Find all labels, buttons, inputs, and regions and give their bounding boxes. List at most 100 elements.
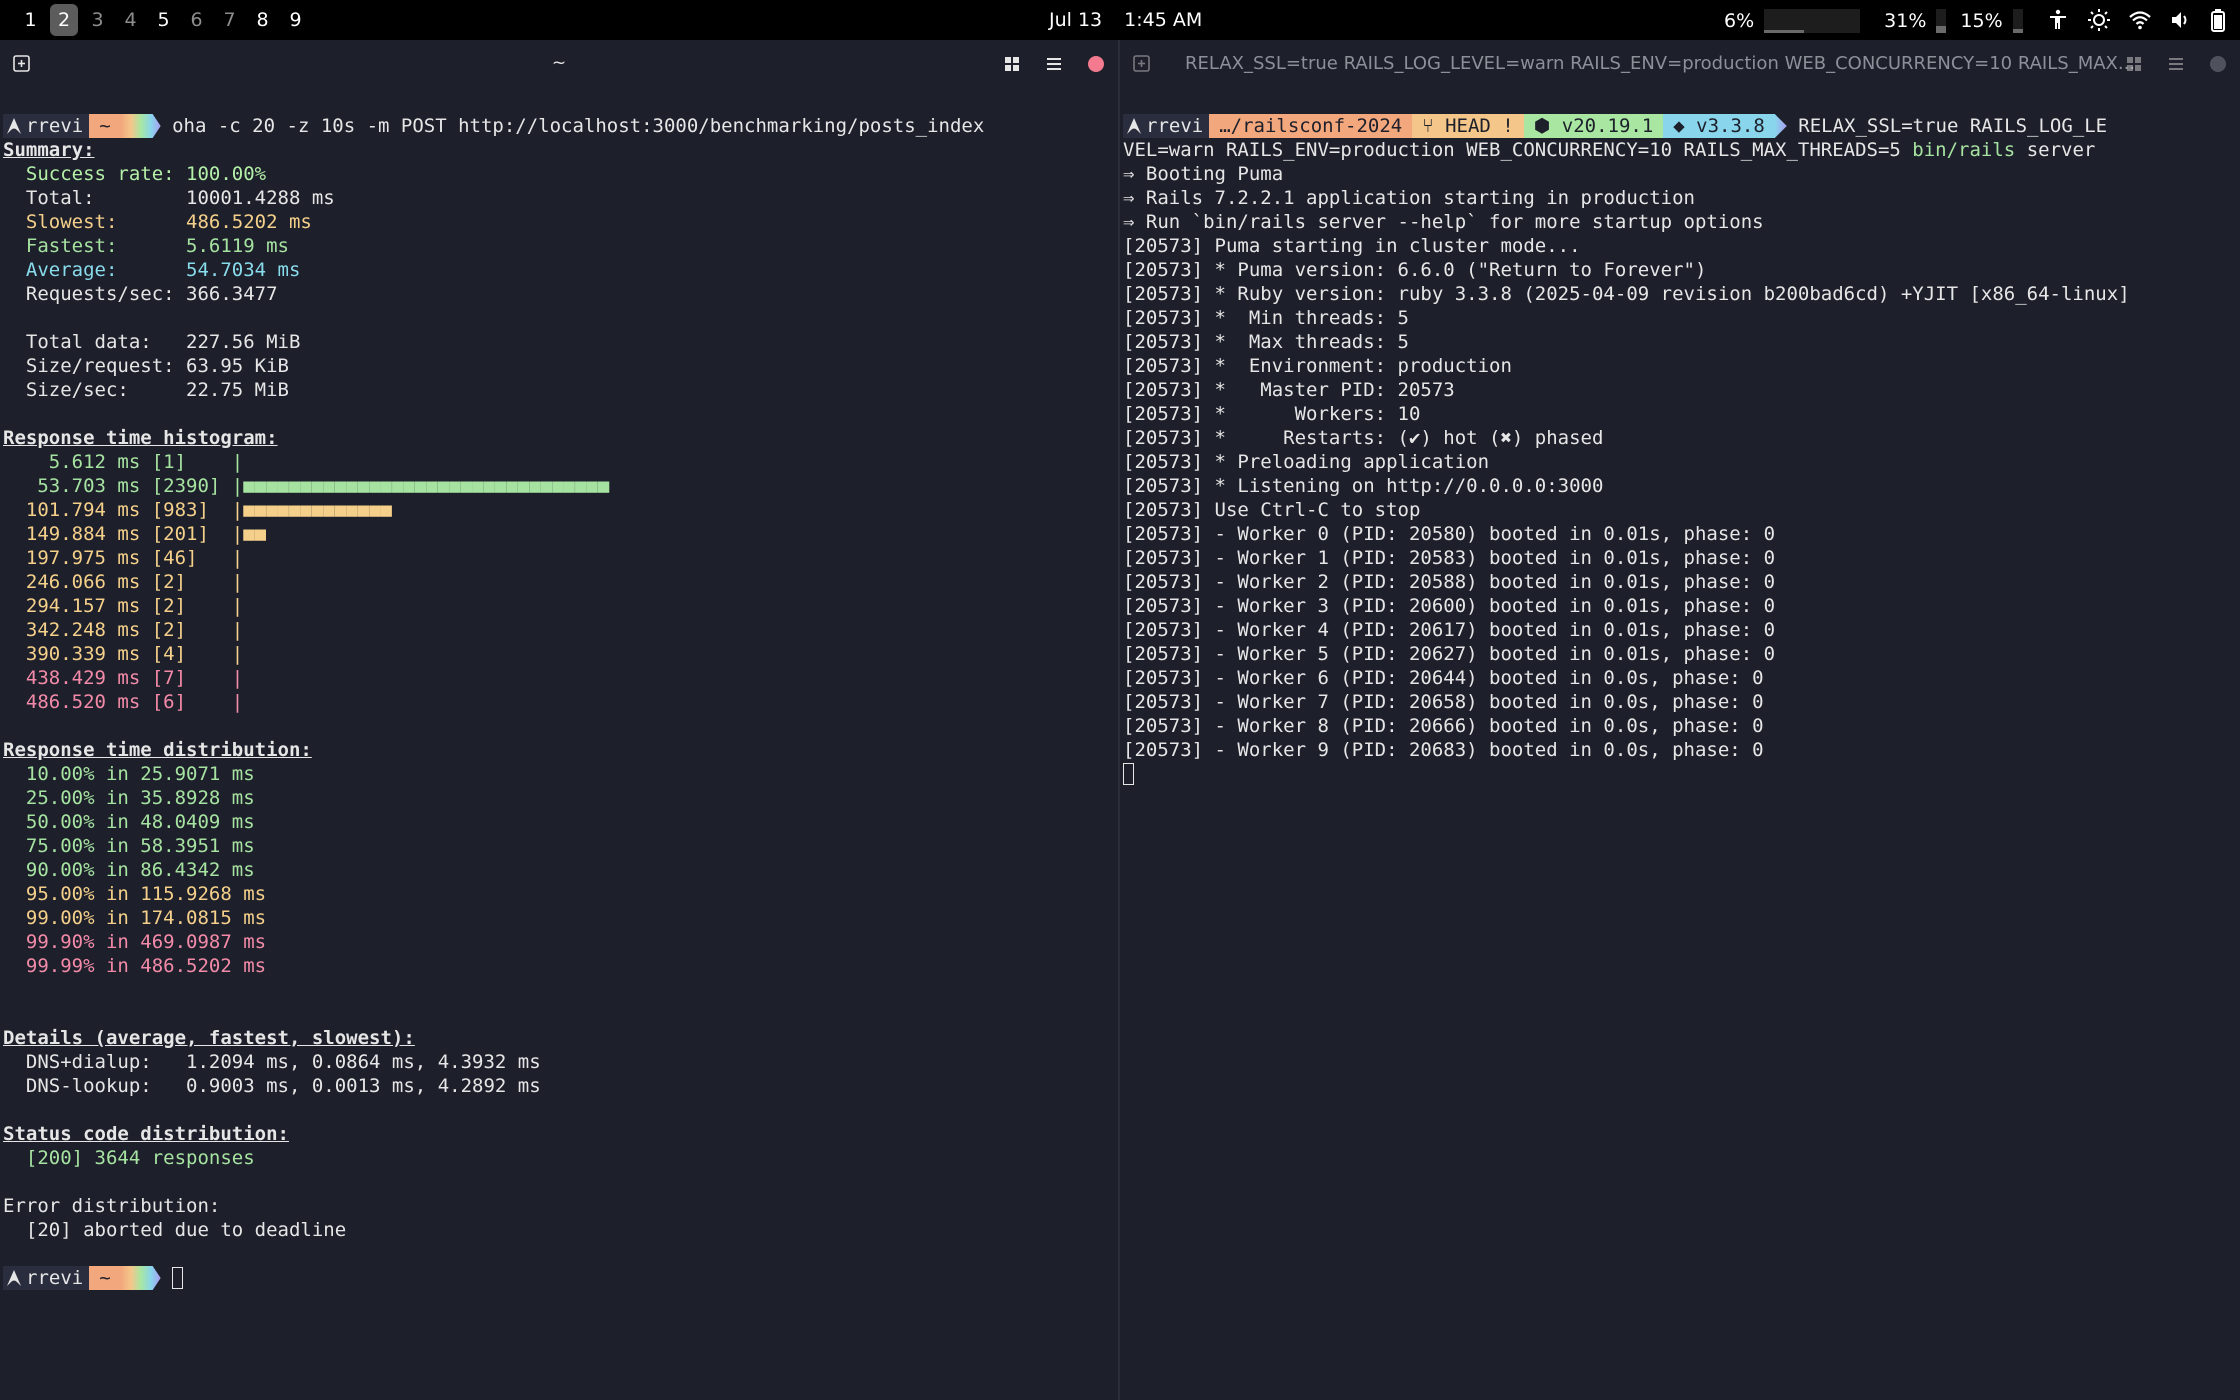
log-line: [20573] * Environment: production	[1123, 354, 2130, 378]
menu-icon[interactable]	[1044, 54, 1064, 74]
new-tab-icon[interactable]	[1132, 54, 1152, 74]
summary-value: 366.3477	[186, 283, 278, 305]
histogram-time: 197.975 ms	[3, 547, 152, 569]
system-monitor[interactable]: 6% 31% 15%	[1724, 9, 2037, 33]
histogram-time: 390.339 ms	[3, 643, 152, 665]
histogram-time: 294.157 ms	[3, 595, 152, 617]
data-stat-row: Size/request: 63.95 KiB	[3, 354, 984, 378]
histogram-time: 342.248 ms	[3, 619, 152, 641]
workspace-7[interactable]: 7	[213, 4, 246, 36]
left-terminal-pane[interactable]: ~ rrevi ~ oha -c 20 -z 10s -m POST http:/…	[0, 40, 1118, 1400]
log-line: ⇒ Rails 7.2.2.1 application starting in …	[1123, 186, 2130, 210]
histogram-count: [2390]	[151, 475, 232, 497]
cpu-graph	[1764, 9, 1861, 33]
histogram-time: 149.884 ms	[3, 523, 152, 545]
workspace-6[interactable]: 6	[180, 4, 213, 36]
clock[interactable]: Jul 13 1:45 AM	[1049, 9, 1224, 31]
data-stat-value: 22.75 MiB	[186, 379, 289, 401]
log-line: [20573] Use Ctrl-C to stop	[1123, 498, 2130, 522]
summary-value: 100.00%	[186, 163, 267, 185]
menu-icon[interactable]	[2166, 54, 2186, 74]
right-terminal-pane[interactable]: RELAX_SSL=true RAILS_LOG_LEVEL=warn RAIL…	[1120, 40, 2240, 1400]
summary-value: 10001.4288 ms	[186, 187, 335, 209]
histogram-time: 486.520 ms	[3, 691, 152, 713]
histogram-count: [6]	[151, 691, 232, 713]
brightness-icon[interactable]	[2087, 8, 2111, 32]
disk-usage: 15%	[1960, 10, 2003, 32]
summary-row: Success rate: 100.00%	[3, 162, 984, 186]
grid-view-icon[interactable]	[2124, 54, 2144, 74]
histogram-bar: |■■■■■■■■■■■■■■■■■■■■■■■■■■■■■■■■	[231, 475, 610, 497]
distribution-row: 99.00% in 174.0815 ms	[3, 906, 984, 930]
histogram-row: 438.429 ms [7] |	[3, 666, 984, 690]
left-terminal-output[interactable]: rrevi ~ oha -c 20 -z 10s -m POST http://l…	[3, 114, 984, 1290]
log-text: [20573] - Worker 8 (PID: 20666) booted i…	[1123, 715, 1764, 737]
histogram-row: 197.975 ms [46] |	[3, 546, 984, 570]
data-stat-value: 227.56 MiB	[186, 331, 301, 353]
log-text: [20573] - Worker 2 (PID: 20588) booted i…	[1123, 571, 1776, 593]
right-pane-header: RELAX_SSL=true RAILS_LOG_LEVEL=warn RAIL…	[1120, 40, 2240, 88]
workspace-4[interactable]: 4	[114, 4, 147, 36]
log-line: [20573] * Max threads: 5	[1123, 330, 2130, 354]
prompt-username: rrevi	[1146, 115, 1204, 137]
accessibility-icon[interactable]	[2046, 8, 2070, 32]
histogram-title: Response time histogram:	[3, 427, 278, 449]
prompt-arrow	[1774, 114, 1787, 138]
details-row: DNS-lookup: 0.9003 ms, 0.0013 ms, 4.2892…	[3, 1074, 984, 1098]
distribution-row: 75.00% in 58.3951 ms	[3, 834, 984, 858]
memory-usage: 31%	[1884, 10, 1927, 32]
workspace-1[interactable]: 1	[14, 4, 47, 36]
workspace-2[interactable]: 2	[50, 4, 78, 36]
histogram-time: 5.612 ms	[3, 451, 152, 473]
error-title: Error distribution:	[3, 1195, 221, 1217]
distribution-title: Response time distribution:	[3, 739, 312, 761]
right-terminal-output[interactable]: rrevi …/railsconf-2024 ⑂ HEAD ! ⬢ v20.19.1 ◆…	[1123, 114, 2130, 786]
log-text: [20573] * Max threads: 5	[1123, 331, 1409, 353]
cursor-line	[1123, 762, 2130, 786]
log-line: [20573] - Worker 0 (PID: 20580) booted i…	[1123, 522, 2130, 546]
wifi-icon[interactable]	[2128, 8, 2152, 32]
close-icon[interactable]	[2208, 54, 2228, 74]
details-label: DNS+dialup:	[3, 1051, 187, 1073]
volume-icon[interactable]	[2169, 8, 2193, 32]
log-line: [20573] - Worker 3 (PID: 20600) booted i…	[1123, 594, 2130, 618]
workspace-9[interactable]: 9	[279, 4, 312, 36]
log-line: [20573] - Worker 4 (PID: 20617) booted i…	[1123, 618, 2130, 642]
workspace-3[interactable]: 3	[81, 4, 114, 36]
close-icon[interactable]	[1086, 54, 1106, 74]
grid-view-icon[interactable]	[1002, 54, 1022, 74]
section-heading: Details (average, fastest, slowest):	[3, 1026, 984, 1050]
histogram-row: 53.703 ms [2390] |■■■■■■■■■■■■■■■■■■■■■■…	[3, 474, 984, 498]
histogram-bar: |	[231, 595, 244, 617]
node-version-label: v20.19.1	[1561, 115, 1654, 137]
log-line: ⇒ Run `bin/rails server --help` for more…	[1123, 210, 2130, 234]
date: Jul 13	[1049, 9, 1103, 31]
histogram-count: [2]	[151, 571, 232, 593]
prompt-arrow	[120, 1266, 161, 1290]
histogram-bar: |	[231, 571, 244, 593]
summary-row: Total: 10001.4288 ms	[3, 186, 984, 210]
prompt-user: rrevi	[3, 1266, 90, 1290]
section-heading: Response time distribution:	[3, 738, 984, 762]
battery-icon[interactable]	[2210, 8, 2226, 32]
workspace-5[interactable]: 5	[147, 4, 180, 36]
log-line: [20573] * Master PID: 20573	[1123, 378, 2130, 402]
workspace-8[interactable]: 8	[246, 4, 279, 36]
log-line: [20573] * Puma version: 6.6.0 ("Return t…	[1123, 258, 2130, 282]
git-branch-icon: ⑂	[1422, 115, 1446, 137]
summary-title: Summary:	[3, 139, 95, 161]
system-tray[interactable]	[2046, 8, 2226, 32]
prompt-username: rrevi	[26, 115, 84, 137]
prompt-arrow	[120, 114, 161, 138]
distribution-row: 10.00% in 25.9071 ms	[3, 762, 984, 786]
left-pane-header: ~	[0, 40, 1118, 88]
arch-linux-icon	[7, 118, 21, 134]
prompt-ruby-version: ◆ v3.3.8	[1663, 114, 1775, 138]
log-line: ⇒ Booting Puma	[1123, 162, 2130, 186]
